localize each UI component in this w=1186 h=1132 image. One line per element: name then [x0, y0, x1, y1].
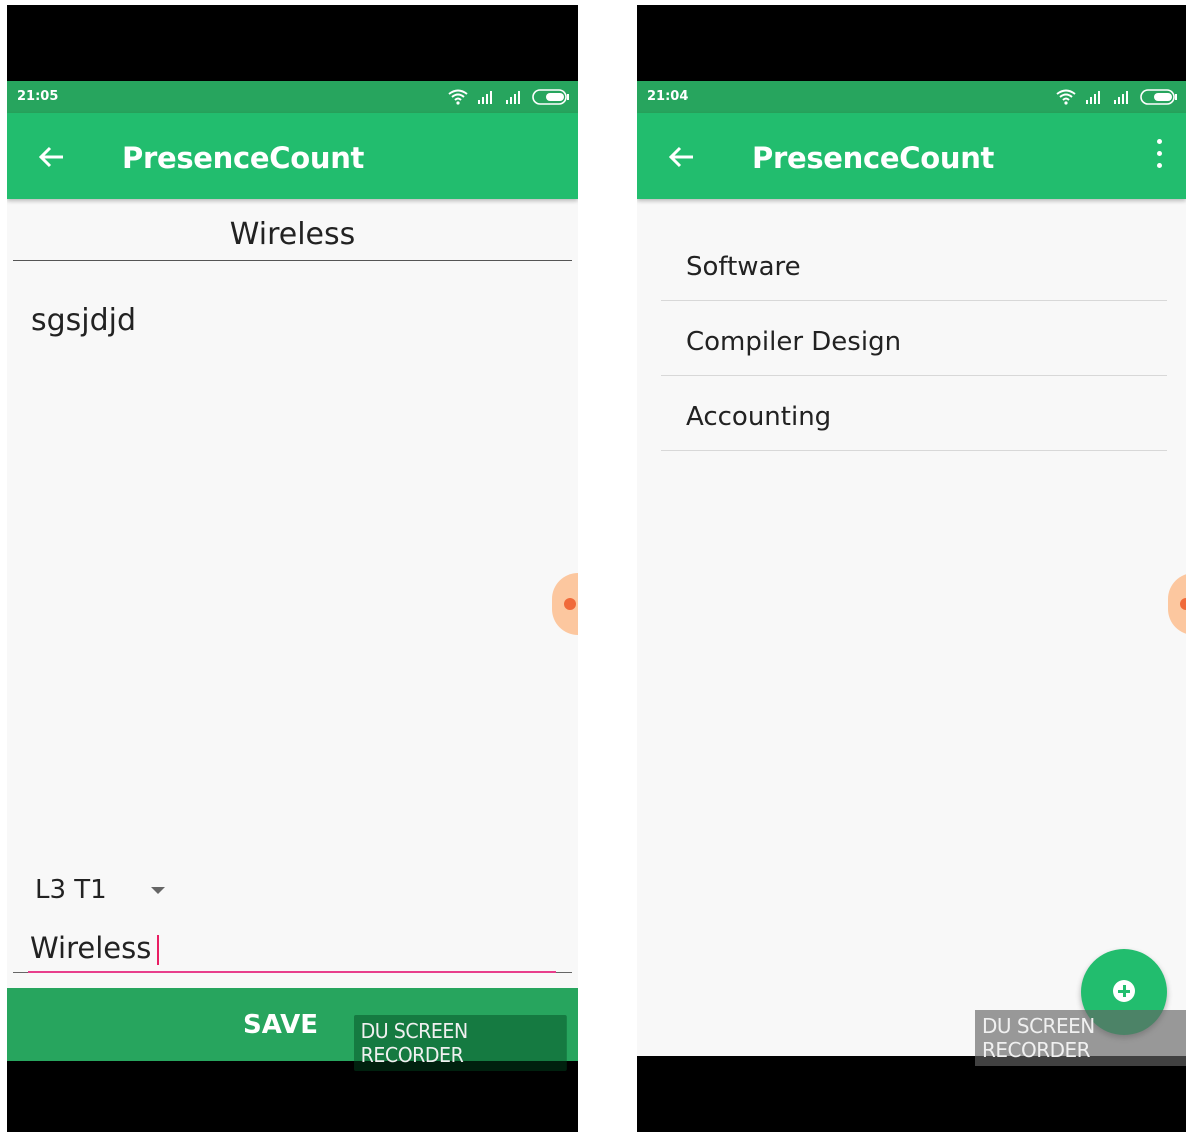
edit-form: Wireless sgsjdjd L3 T1 Wireless [7, 199, 578, 988]
list-item[interactable]: Software [661, 226, 1167, 301]
back-arrow-icon[interactable] [665, 141, 697, 173]
list-item-label: Accounting [686, 402, 832, 432]
status-bar: 21:04 [637, 81, 1186, 113]
app-bar: PresenceCount [637, 113, 1186, 199]
text-cursor [157, 935, 160, 965]
subject-name-input[interactable]: Wireless [13, 927, 572, 973]
screen-recorder-bubble[interactable] [552, 573, 578, 635]
signal-icon [1114, 91, 1128, 104]
back-arrow-icon[interactable] [35, 141, 67, 173]
status-time: 21:05 [17, 89, 59, 104]
status-icons [448, 88, 570, 106]
signal-icon [478, 91, 492, 104]
list-item[interactable]: Compiler Design [661, 301, 1167, 376]
group-dropdown[interactable]: L3 T1 [35, 871, 185, 911]
note-text[interactable]: sgsjdjd [31, 303, 136, 338]
input-value: Wireless [30, 931, 160, 965]
dropdown-arrow-icon [151, 887, 165, 894]
divider [13, 260, 572, 261]
save-button[interactable]: SAVE [243, 1010, 318, 1040]
status-bar: 21:05 [7, 81, 578, 113]
dropdown-selected-value: L3 T1 [35, 875, 107, 905]
input-focus-underline [28, 971, 556, 973]
overflow-menu-icon[interactable] [1154, 139, 1164, 171]
wifi-icon [448, 89, 468, 105]
list-item-label: Software [686, 252, 801, 282]
subject-list: Software Compiler Design Accounting [637, 199, 1186, 1056]
app-title: PresenceCount [752, 141, 995, 175]
list-item-label: Compiler Design [686, 327, 902, 357]
signal-icon [1086, 91, 1100, 104]
bottom-action-bar: SAVE DU SCREEN RECORDER [7, 988, 578, 1071]
add-icon [1113, 980, 1135, 1002]
wifi-icon [1056, 89, 1076, 105]
record-dot-icon [564, 598, 576, 610]
record-dot-icon [1180, 598, 1186, 610]
status-icons [1056, 88, 1178, 106]
signal-icon [506, 91, 520, 104]
subject-heading: Wireless [229, 217, 356, 252]
phone-screen-subject-list: 21:04 PresenceCount Software Compiler De… [637, 5, 1186, 1132]
recorder-watermark: DU SCREEN RECORDER [354, 1015, 567, 1071]
battery-icon [532, 89, 569, 105]
app-title: PresenceCount [122, 141, 365, 175]
app-bar: PresenceCount [7, 113, 578, 199]
phone-screen-edit-subject: 21:05 PresenceCount Wireless sgsjdjd L3 … [7, 5, 578, 1132]
screen-recorder-bubble[interactable] [1168, 573, 1186, 635]
list-item[interactable]: Accounting [661, 376, 1167, 451]
recorder-watermark: DU SCREEN RECORDER [975, 1010, 1186, 1066]
status-time: 21:04 [647, 89, 689, 104]
battery-icon [1140, 89, 1177, 105]
